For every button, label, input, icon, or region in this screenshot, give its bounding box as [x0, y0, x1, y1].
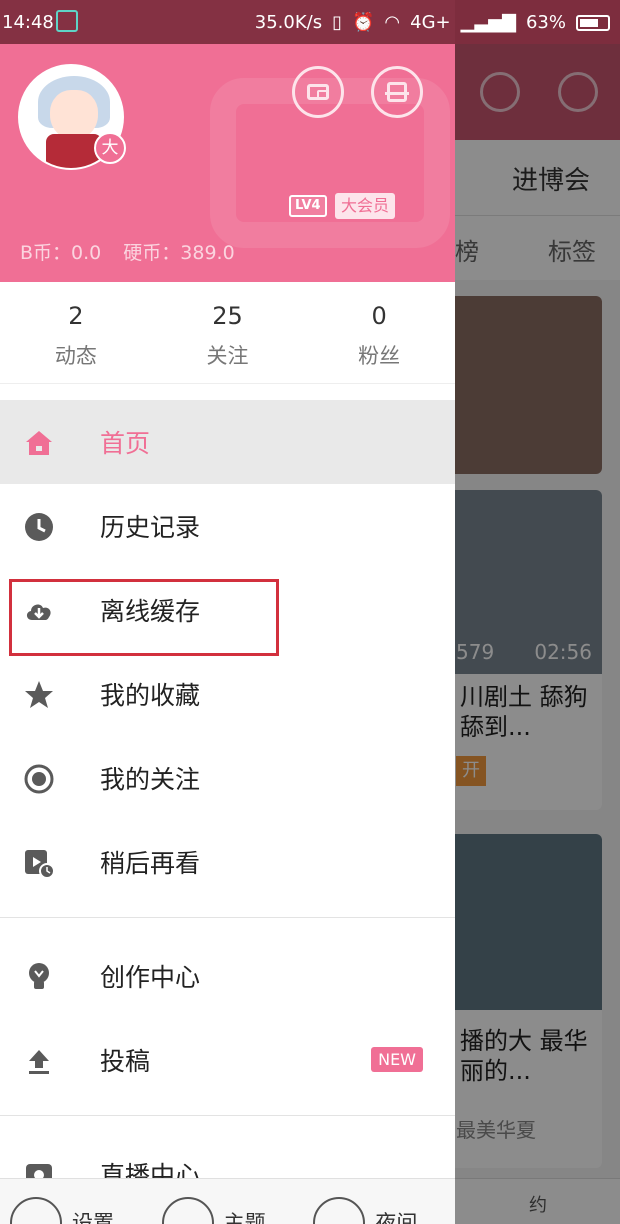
menu-item-history[interactable]: 历史记录 — [0, 484, 455, 568]
alarm-icon: ⏰ — [351, 12, 375, 33]
qr-notification-icon — [56, 10, 78, 32]
status-time: 14:48 — [2, 12, 54, 33]
stat-value: 2 — [68, 302, 84, 330]
user-stats: 2 动态 25 关注 0 粉丝 — [0, 282, 455, 384]
scan-icon — [385, 82, 409, 102]
moon-icon — [313, 1197, 366, 1224]
menu-item-label: 创作中心 — [100, 963, 201, 992]
theme-icon — [161, 1197, 214, 1224]
menu-divider — [0, 1115, 455, 1116]
wallet-icon — [307, 84, 329, 100]
network-type: 4G+ — [410, 12, 451, 33]
lightbulb-icon — [29, 963, 49, 989]
menu-item-upload[interactable]: 投稿 NEW — [0, 1018, 455, 1102]
scan-button[interactable] — [371, 66, 423, 118]
clock-icon — [25, 513, 53, 541]
status-bar: 14:48 35.0K/s ▯ ⏰ ◠ 4G+ ▁▃▅▇ 63% — [0, 0, 620, 44]
menu-item-label: 稍后再看 — [100, 849, 201, 878]
menu-item-label: 历史记录 — [100, 513, 201, 542]
drawer-bottom-bar: 设置 主题 夜间 — [0, 1178, 455, 1224]
new-badge: NEW — [371, 1047, 423, 1072]
menu-item-label: 我的关注 — [100, 765, 201, 794]
b-coin-balance: B币：0.0 — [20, 242, 102, 264]
theme-button[interactable]: 主题 — [152, 1179, 304, 1224]
gear-icon — [10, 1197, 62, 1224]
watch-later-icon — [25, 850, 54, 878]
battery-level: 63% — [525, 12, 566, 33]
avatar-face — [50, 90, 98, 140]
wifi-icon: ◠ — [384, 12, 401, 33]
follow-icon — [24, 764, 54, 794]
upload-icon — [29, 1050, 49, 1074]
menu-item-creator-center[interactable]: 创作中心 — [0, 934, 455, 1018]
drawer-menu: 首页 历史记录 离线缓存 我的收藏 我的关注 稍后再看 创作中心 投稿 NEW … — [0, 400, 455, 1216]
highlight-annotation — [9, 579, 279, 656]
stat-value: 25 — [212, 302, 243, 330]
night-mode-label: 夜间 — [375, 1211, 418, 1224]
vibrate-icon: ▯ — [332, 12, 342, 33]
stat-label: 动态 — [54, 344, 97, 368]
level-badge: LV4 — [289, 195, 327, 217]
night-mode-button[interactable]: 夜间 — [303, 1179, 455, 1224]
star-icon — [25, 681, 53, 708]
stat-label: 关注 — [206, 344, 249, 368]
menu-divider — [0, 917, 455, 918]
menu-item-following[interactable]: 我的关注 — [0, 736, 455, 820]
stat-dynamics[interactable]: 2 动态 — [0, 282, 152, 383]
stat-value: 0 — [371, 302, 387, 330]
menu-item-favorites[interactable]: 我的收藏 — [0, 652, 455, 736]
home-icon — [26, 431, 52, 455]
battery-icon — [576, 14, 610, 31]
wallet-button[interactable] — [292, 66, 344, 118]
network-speed: 35.0K/s — [254, 12, 323, 33]
stat-label: 粉丝 — [358, 344, 401, 368]
menu-item-label: 首页 — [100, 429, 151, 458]
menu-item-watch-later[interactable]: 稍后再看 — [0, 820, 455, 904]
settings-label: 设置 — [72, 1211, 114, 1224]
menu-item-label: 投稿 — [100, 1047, 151, 1076]
menu-item-home[interactable]: 首页 — [0, 400, 455, 484]
stat-following[interactable]: 25 关注 — [152, 282, 304, 383]
settings-button[interactable]: 设置 — [0, 1179, 152, 1224]
signal-icon: ▁▃▅▇ — [460, 12, 516, 33]
vip-badge[interactable]: 大会员 — [335, 193, 396, 219]
stat-fans[interactable]: 0 粉丝 — [303, 282, 455, 383]
vip-avatar-badge: 大 — [94, 132, 126, 164]
menu-item-label: 我的收藏 — [100, 681, 201, 710]
theme-label: 主题 — [223, 1211, 266, 1224]
coin-balances: B币：0.0 硬币：389.0 — [20, 238, 235, 265]
coin-balance: 硬币：389.0 — [123, 242, 235, 264]
